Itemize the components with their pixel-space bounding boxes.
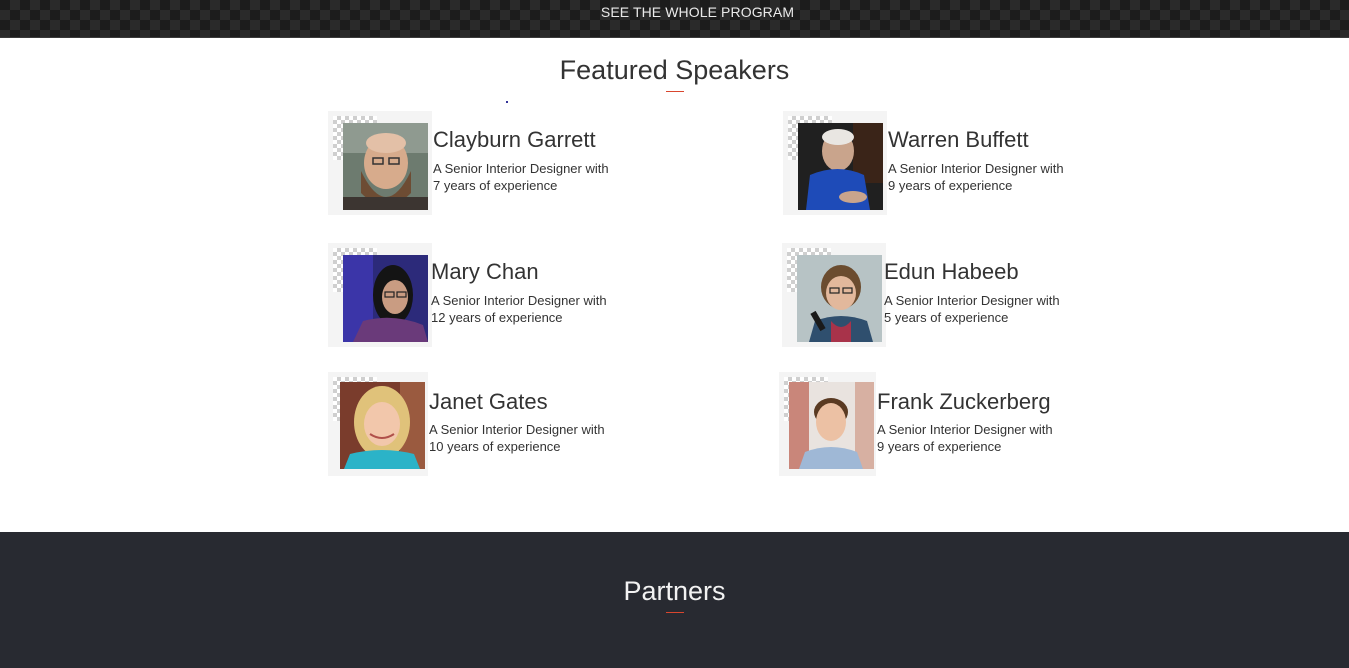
speaker-description: A Senior Interior Designer with 9 years …	[877, 422, 1053, 454]
speaker-name[interactable]: Mary Chan	[431, 259, 539, 285]
featured-title-underline	[666, 91, 684, 92]
speaker-name[interactable]: Frank Zuckerberg	[877, 389, 1051, 415]
speaker-name[interactable]: Janet Gates	[429, 389, 548, 415]
partners-title: Partners	[623, 576, 726, 606]
speaker-photo	[797, 255, 882, 342]
featured-speakers-title: Featured Speakers	[559, 55, 790, 85]
speaker-description: A Senior Interior Designer with 9 years …	[888, 161, 1064, 193]
speaker-name[interactable]: Edun Habeeb	[884, 259, 1019, 285]
speaker-photo	[343, 123, 428, 210]
speaker-card[interactable]: Mary Chan A Senior Interior Designer wit…	[328, 243, 658, 353]
speaker-photo	[798, 123, 883, 210]
speaker-photo-frame	[328, 372, 428, 476]
speaker-card[interactable]: Edun Habeeb A Senior Interior Designer w…	[782, 243, 1112, 353]
top-banner: SEE THE WHOLE PROGRAM	[0, 0, 1349, 38]
speaker-name[interactable]: Clayburn Garrett	[433, 127, 596, 153]
speaker-card[interactable]: Warren Buffett A Senior Interior Designe…	[783, 111, 1113, 221]
speaker-photo	[340, 382, 425, 469]
speaker-photo-frame	[328, 243, 432, 347]
see-whole-program-link[interactable]: SEE THE WHOLE PROGRAM	[0, 4, 1349, 20]
speaker-photo-frame	[779, 372, 876, 476]
speaker-description: A Senior Interior Designer with 10 years…	[429, 422, 605, 454]
speaker-photo-frame	[782, 243, 886, 347]
speaker-card[interactable]: Frank Zuckerberg A Senior Interior Desig…	[779, 372, 1109, 482]
speaker-photo-frame	[783, 111, 887, 215]
decorative-dot	[506, 101, 508, 103]
speaker-photo	[343, 255, 428, 342]
speaker-card[interactable]: Clayburn Garrett A Senior Interior Desig…	[328, 111, 658, 221]
speaker-description: A Senior Interior Designer with 7 years …	[433, 161, 609, 193]
partners-title-underline	[666, 612, 684, 613]
speaker-photo	[789, 382, 874, 469]
speaker-name[interactable]: Warren Buffett	[888, 127, 1029, 153]
partners-section: Partners	[0, 532, 1349, 668]
speaker-description: A Senior Interior Designer with 5 years …	[884, 293, 1060, 325]
speaker-description: A Senior Interior Designer with 12 years…	[431, 293, 607, 325]
speaker-photo-frame	[328, 111, 432, 215]
speaker-card[interactable]: Janet Gates A Senior Interior Designer w…	[328, 372, 658, 482]
